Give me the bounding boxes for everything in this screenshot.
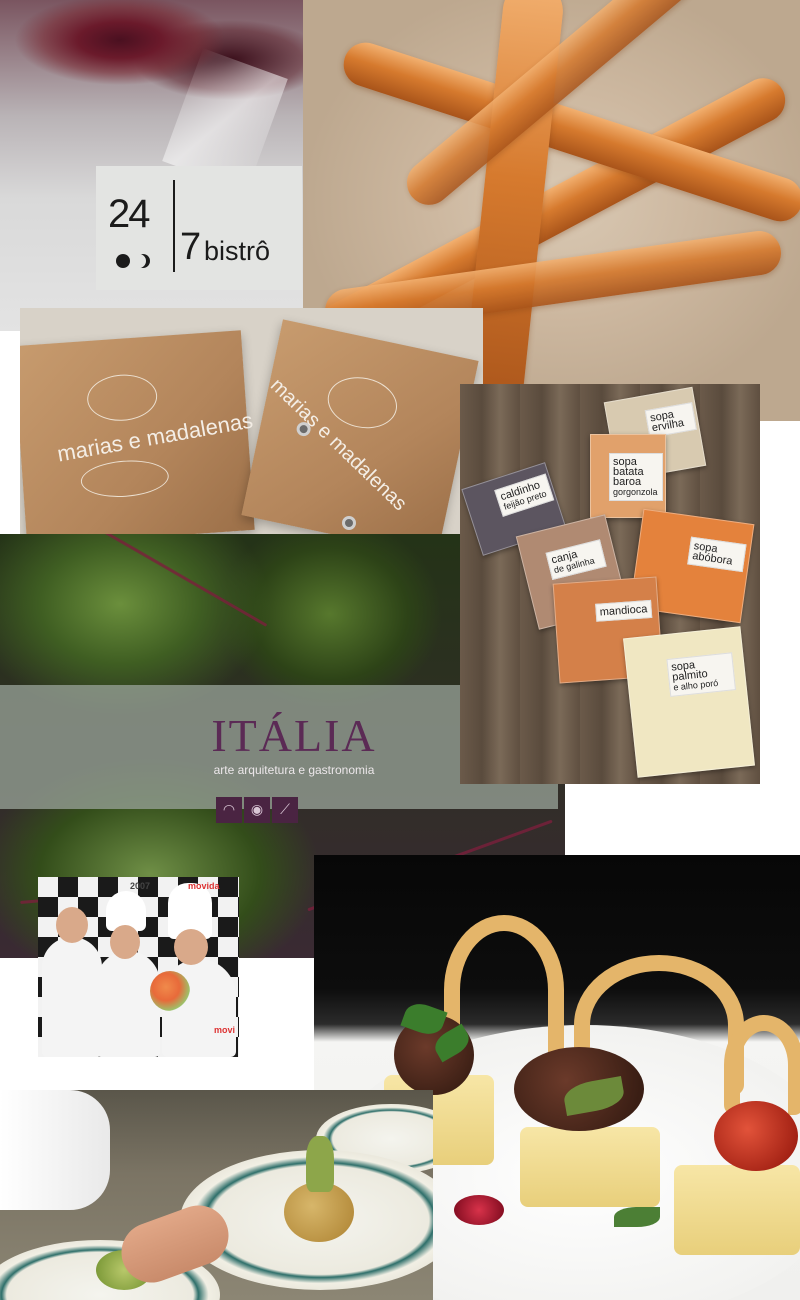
leaf-icon[interactable]: ◉ <box>244 797 270 823</box>
flower-bouquet <box>150 971 190 1011</box>
logo-name: bistrô <box>204 236 271 266</box>
chef-face <box>174 929 208 965</box>
tomato-piece <box>714 1101 798 1171</box>
floral-icon <box>79 457 170 500</box>
toast-base <box>674 1165 800 1255</box>
chef-face <box>56 907 88 943</box>
sun-icon <box>116 254 130 268</box>
kraft-package-left: marias e madalenas <box>20 330 255 536</box>
green-garnish <box>306 1136 334 1192</box>
sponsor-text: 2007 <box>130 881 151 891</box>
logo-number: 24 <box>108 192 150 236</box>
soup-label: mandioca <box>595 599 653 622</box>
logo-divider <box>173 180 175 272</box>
soup-bag: sopa batata baroa gorgonzola <box>590 434 666 518</box>
marias-photo: marias e madalenas marias e madalenas <box>20 308 483 536</box>
sponsor-text: movida <box>188 881 220 891</box>
kraft-package-right: marias e madalenas <box>241 319 479 536</box>
leaf-icon[interactable]: ◠ <box>216 797 242 823</box>
soup-label: sopa batata baroa gorgonzola <box>609 453 663 501</box>
chef-middle <box>96 951 160 1057</box>
sponsor-text: movi <box>214 1025 236 1035</box>
floral-icon <box>85 372 159 424</box>
soup-bag: sopa palmito e alho poró <box>623 626 755 778</box>
soups-photo: caldinho feijão preto sopa ervilha sopa b… <box>460 384 760 784</box>
chefs-photo: movida 2007 movi <box>38 877 239 1057</box>
grommet <box>342 516 356 530</box>
crisp-tuile <box>724 1015 800 1115</box>
soup-label: sopa abóbora <box>687 536 747 573</box>
kitchen-photo <box>0 1090 433 1300</box>
chef-face <box>110 925 140 959</box>
soup-label: sopa ervilha <box>644 402 697 438</box>
toast-base <box>520 1127 660 1207</box>
logo-seven: 7 <box>180 226 202 268</box>
soup-label: sopa palmito e alho poró <box>666 652 737 697</box>
soup-label: canja de galinha <box>545 539 607 580</box>
soup-label: caldinho feijão preto <box>494 473 555 517</box>
berries-photo: 24 7 bistrô <box>0 0 303 331</box>
vine <box>92 534 268 627</box>
chef-sleeve <box>0 1090 110 1210</box>
flower-garnish <box>454 1195 504 1225</box>
brand-text-left: marias e madalenas <box>55 407 255 467</box>
chef-left <box>42 937 102 1057</box>
feather-icon[interactable]: ⟋ <box>272 797 298 823</box>
bistro-logo: 24 7 bistrô <box>96 166 302 290</box>
herb-leaf <box>614 1207 660 1227</box>
moon-icon <box>136 254 150 268</box>
